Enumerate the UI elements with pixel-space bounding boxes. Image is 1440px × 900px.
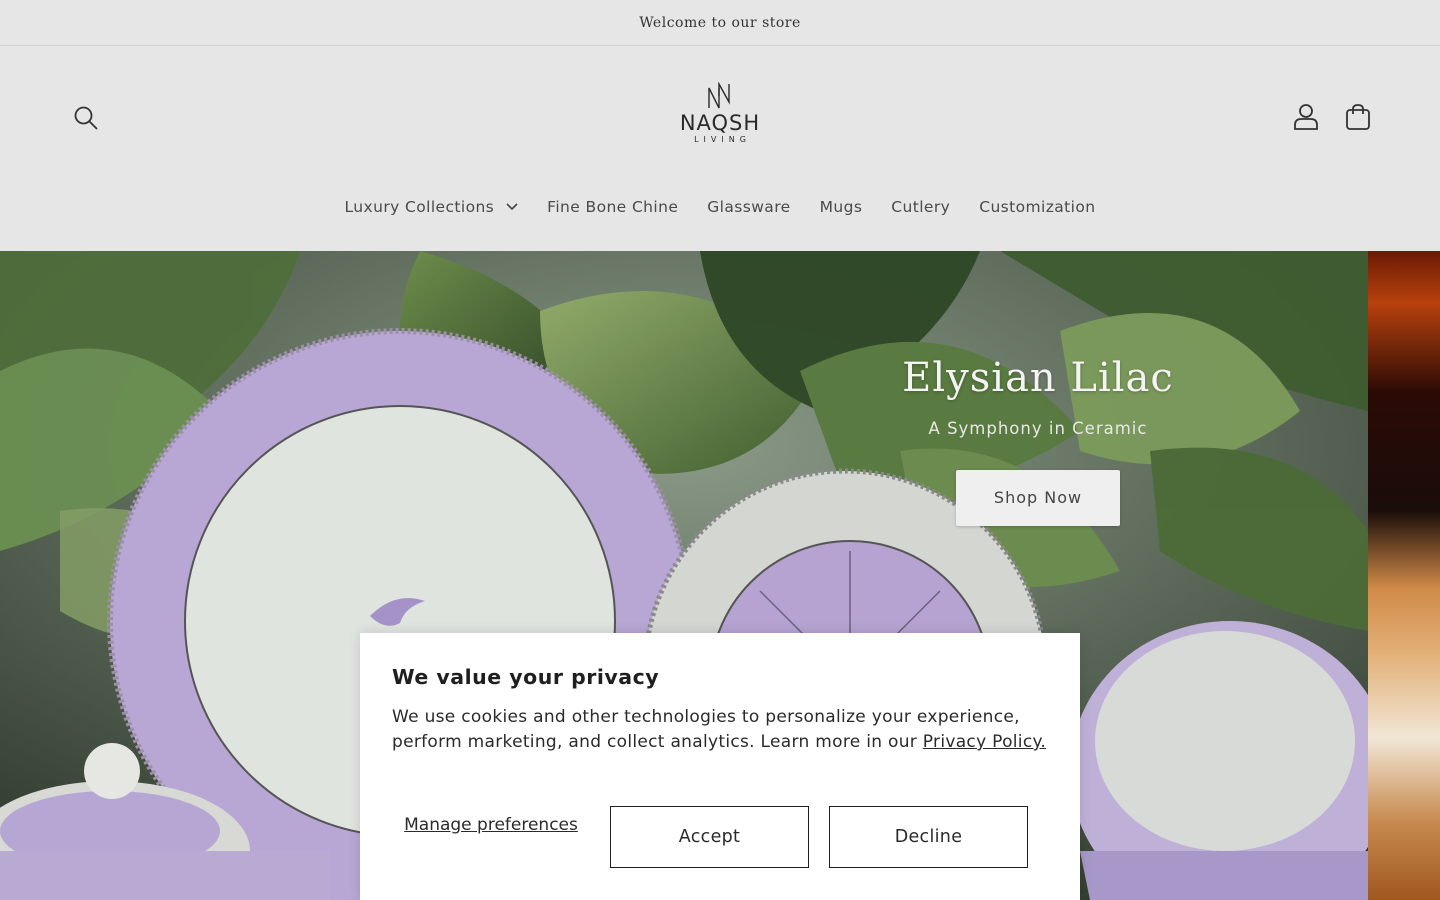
site-header: NAQSH LIVING Luxury Collections Fine Bon… <box>0 46 1440 250</box>
nav-item-customization[interactable]: Customization <box>965 192 1110 222</box>
decline-button[interactable]: Decline <box>829 806 1028 868</box>
cookie-actions: Manage preferences Accept Decline <box>392 806 1048 868</box>
announcement-bar: Welcome to our store <box>0 0 1440 46</box>
search-icon <box>74 106 98 130</box>
shop-now-button[interactable]: Shop Now <box>956 470 1120 526</box>
nav-item-label: Glassware <box>707 198 791 216</box>
nav-item-cutlery[interactable]: Cutlery <box>877 192 965 222</box>
logo-subtext: LIVING <box>694 135 751 144</box>
accept-button[interactable]: Accept <box>610 806 809 868</box>
next-slide-preview[interactable] <box>1368 251 1440 900</box>
nav-item-mugs[interactable]: Mugs <box>805 192 877 222</box>
cookie-title: We value your privacy <box>392 665 660 689</box>
manage-preferences-link[interactable]: Manage preferences <box>392 814 590 836</box>
nav-item-fine-bone-chine[interactable]: Fine Bone Chine <box>533 192 693 222</box>
nav-item-label: Customization <box>979 198 1096 216</box>
main-navigation: Luxury Collections Fine Bone Chine Glass… <box>0 192 1440 222</box>
logo-mark-icon <box>708 82 730 109</box>
store-logo[interactable]: NAQSH LIVING <box>668 78 772 158</box>
hero-content: Elysian Lilac A Symphony in Ceramic Shop… <box>880 355 1196 526</box>
user-icon <box>1294 104 1318 130</box>
search-button[interactable] <box>64 96 108 140</box>
nav-item-label: Mugs <box>819 198 863 216</box>
nav-item-luxury-collections[interactable]: Luxury Collections <box>330 192 533 222</box>
announcement-text: Welcome to our store <box>639 14 801 31</box>
cookie-description: We use cookies and other technologies to… <box>392 705 1048 755</box>
privacy-policy-link[interactable]: Privacy Policy. <box>923 732 1046 752</box>
account-button[interactable] <box>1284 95 1328 139</box>
cart-button[interactable] <box>1336 95 1380 139</box>
logo-wordmark: NAQSH <box>679 111 761 135</box>
hero-subtitle: A Symphony in Ceramic <box>928 419 1148 438</box>
hero-title: Elysian Lilac <box>902 355 1174 401</box>
nav-item-label: Fine Bone Chine <box>547 198 679 216</box>
nav-item-label: Luxury Collections <box>344 198 495 216</box>
nav-item-label: Cutlery <box>891 198 951 216</box>
chevron-down-icon <box>506 203 518 211</box>
nav-item-glassware[interactable]: Glassware <box>693 192 805 222</box>
cookie-consent-banner: We value your privacy We use cookies and… <box>360 633 1080 900</box>
shopping-bag-icon <box>1346 104 1370 130</box>
